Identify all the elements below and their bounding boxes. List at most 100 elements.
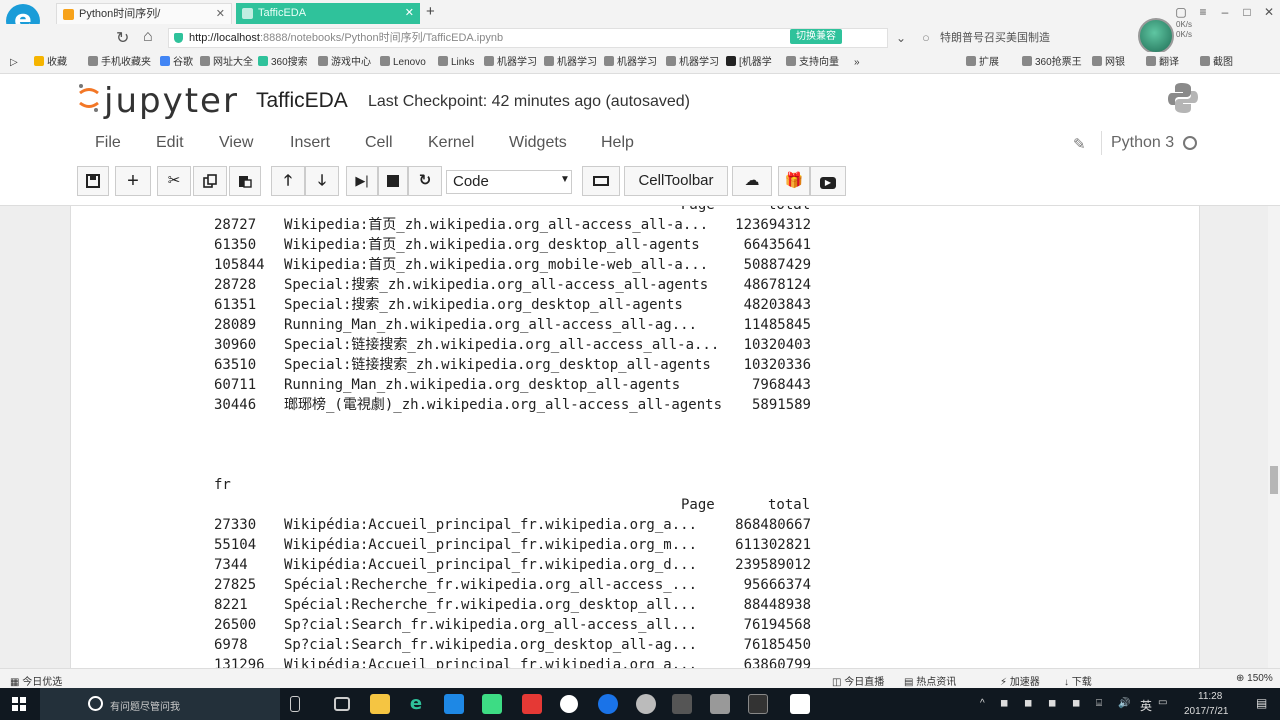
status-news[interactable]: ▤ 热点资讯 xyxy=(904,673,956,688)
ime-indicator[interactable]: 英 xyxy=(1140,697,1152,714)
status-download[interactable]: ↓ 下载 xyxy=(1064,673,1092,688)
move-down-button[interactable]: 🡓 xyxy=(305,166,339,196)
bookmark-item[interactable]: Lenovo xyxy=(380,56,426,70)
url-input[interactable]: http://localhost:8888/notebooks/Python时间… xyxy=(168,28,888,48)
close-window-icon[interactable]: ✕ xyxy=(1258,0,1280,24)
vertical-scrollbar[interactable] xyxy=(1268,206,1280,668)
menu-help[interactable]: Help xyxy=(601,134,634,152)
taskbar-search[interactable]: 有问题尽管问我 xyxy=(40,688,280,720)
video-button[interactable]: ▶ xyxy=(810,166,846,196)
new-tab-button[interactable]: + xyxy=(426,3,435,20)
network-icon[interactable]: ⌸ xyxy=(1096,698,1102,709)
home-icon[interactable]: ⌂ xyxy=(143,28,153,46)
run-button[interactable]: ▶| xyxy=(346,166,378,196)
tab-python-folder[interactable]: Python时间序列/ ✕ xyxy=(56,3,232,24)
jupyter-logo-text[interactable]: jupyter xyxy=(104,81,239,121)
app-icon[interactable] xyxy=(636,694,656,714)
tab-notebook[interactable]: TafficEDA ✕ xyxy=(236,3,420,24)
chrome-icon[interactable] xyxy=(598,694,618,714)
notebook-name[interactable]: TafficEDA xyxy=(256,89,348,113)
store-icon[interactable] xyxy=(444,694,464,714)
command-palette-button[interactable] xyxy=(582,166,620,196)
bookmark-item[interactable]: 支持向量 xyxy=(786,56,839,70)
today-picks[interactable]: ▦ 今日优选 xyxy=(10,673,62,688)
compat-mode-button[interactable]: 切换兼容 xyxy=(790,29,842,44)
screen-capture-icon[interactable] xyxy=(790,694,810,714)
file-explorer-icon[interactable] xyxy=(370,694,390,714)
cell-type-select[interactable]: Code xyxy=(446,170,572,194)
browser-app-icon[interactable]: e xyxy=(406,694,426,714)
minimize-icon[interactable]: – xyxy=(1214,0,1236,24)
close-icon[interactable]: ✕ xyxy=(216,4,225,25)
tray-icon[interactable]: ◼ xyxy=(1024,698,1032,709)
cut-button[interactable]: ✂ xyxy=(157,166,191,196)
toolbar-ticket[interactable]: 360抢票王 xyxy=(1022,56,1082,70)
task-view-icon[interactable] xyxy=(334,697,350,711)
status-live[interactable]: ◫ 今日直播 xyxy=(832,673,884,688)
menu-widgets[interactable]: Widgets xyxy=(509,134,567,152)
menu-edit[interactable]: Edit xyxy=(156,134,184,152)
kernel-name[interactable]: Python 3 xyxy=(1111,134,1174,152)
save-button[interactable] xyxy=(77,166,109,196)
bookmark-item[interactable]: 360搜索 xyxy=(258,56,308,70)
bookmark-item[interactable]: 网址大全 xyxy=(200,56,253,70)
bookmark-item[interactable]: 谷歌 xyxy=(160,56,193,70)
bookmark-item[interactable]: 游戏中心 xyxy=(318,56,371,70)
restart-button[interactable]: ↻ xyxy=(408,166,442,196)
scrollbar-thumb[interactable] xyxy=(1270,466,1278,494)
gift-button[interactable]: 🎁 xyxy=(778,166,810,196)
wechat-icon[interactable] xyxy=(482,694,502,714)
tray-up-icon[interactable]: ^ xyxy=(980,698,985,709)
tray-icon[interactable]: ◼ xyxy=(1048,698,1056,709)
close-icon[interactable]: ✕ xyxy=(405,3,414,24)
celltoolbar-button[interactable]: CellToolbar xyxy=(624,166,728,196)
search-input[interactable]: ○ 特朗普号召买美国制造 xyxy=(918,28,1138,48)
volume-icon[interactable]: 🔊 xyxy=(1118,698,1130,709)
insert-cell-button[interactable]: + xyxy=(115,166,151,196)
clock-date[interactable]: 2017/7/21 xyxy=(1184,706,1229,717)
pencil-icon[interactable]: ✎ xyxy=(1073,135,1086,153)
status-accelerator[interactable]: ⚡ 加速器 xyxy=(1000,673,1040,688)
toolbar-bank[interactable]: 网银 xyxy=(1092,56,1125,70)
upload-button[interactable]: ☁ xyxy=(732,166,772,196)
bookmark-item[interactable]: [机器学 xyxy=(726,56,772,70)
zoom-level[interactable]: ⊕ 150% xyxy=(1236,673,1273,684)
refresh-icon[interactable]: ↻ xyxy=(116,28,129,48)
menu-cell[interactable]: Cell xyxy=(365,134,393,152)
chevron-down-icon[interactable]: ⌄ xyxy=(896,31,906,45)
windows-start-icon[interactable] xyxy=(12,697,26,711)
bookmark-item[interactable]: 机器学习 xyxy=(544,56,597,70)
more-icon[interactable]: » xyxy=(854,56,860,70)
interrupt-button[interactable] xyxy=(378,166,408,196)
app-icon[interactable] xyxy=(560,695,578,713)
tray-icon[interactable]: ◼ xyxy=(1000,698,1008,709)
bookmark-item[interactable]: Links xyxy=(438,56,474,70)
tray-icon[interactable]: ◼ xyxy=(1072,698,1080,709)
jupyter-logo-icon[interactable] xyxy=(78,83,100,113)
paste-button[interactable] xyxy=(229,166,261,196)
toolbar-screenshot[interactable]: 截图 xyxy=(1200,56,1233,70)
bookmark-item[interactable]: 机器学习 xyxy=(666,56,719,70)
menu-file[interactable]: File xyxy=(95,134,121,152)
avatar[interactable] xyxy=(1138,18,1174,54)
expand-icon[interactable]: ▷ xyxy=(10,56,18,70)
bookmark-item[interactable]: 机器学习 xyxy=(484,56,537,70)
app-icon[interactable] xyxy=(710,694,730,714)
bookmark-item[interactable]: 机器学习 xyxy=(604,56,657,70)
bookmark-item[interactable]: 手机收藏夹 xyxy=(88,56,151,70)
clock-time[interactable]: 11:28 xyxy=(1198,691,1222,702)
notifications-icon[interactable]: ▤ xyxy=(1256,696,1267,710)
menu-view[interactable]: View xyxy=(219,134,253,152)
toolbar-translate[interactable]: 翻译 xyxy=(1146,56,1179,70)
toolbar-extensions[interactable]: 扩展 xyxy=(966,56,999,70)
notebook-container[interactable]: Page total 28727 Wikipedia:首页_zh.wikipedi… xyxy=(70,206,1200,668)
terminal-icon[interactable] xyxy=(748,694,768,714)
app-icon[interactable] xyxy=(672,694,692,714)
bookmark-favorites[interactable]: 收藏 xyxy=(34,56,67,70)
media-icon[interactable] xyxy=(522,694,542,714)
maximize-icon[interactable]: □ xyxy=(1236,0,1258,24)
mic-icon[interactable] xyxy=(290,696,300,712)
menu-kernel[interactable]: Kernel xyxy=(428,134,474,152)
move-up-button[interactable]: 🡑 xyxy=(271,166,305,196)
keyboard-icon[interactable]: ▭ xyxy=(1158,697,1167,708)
